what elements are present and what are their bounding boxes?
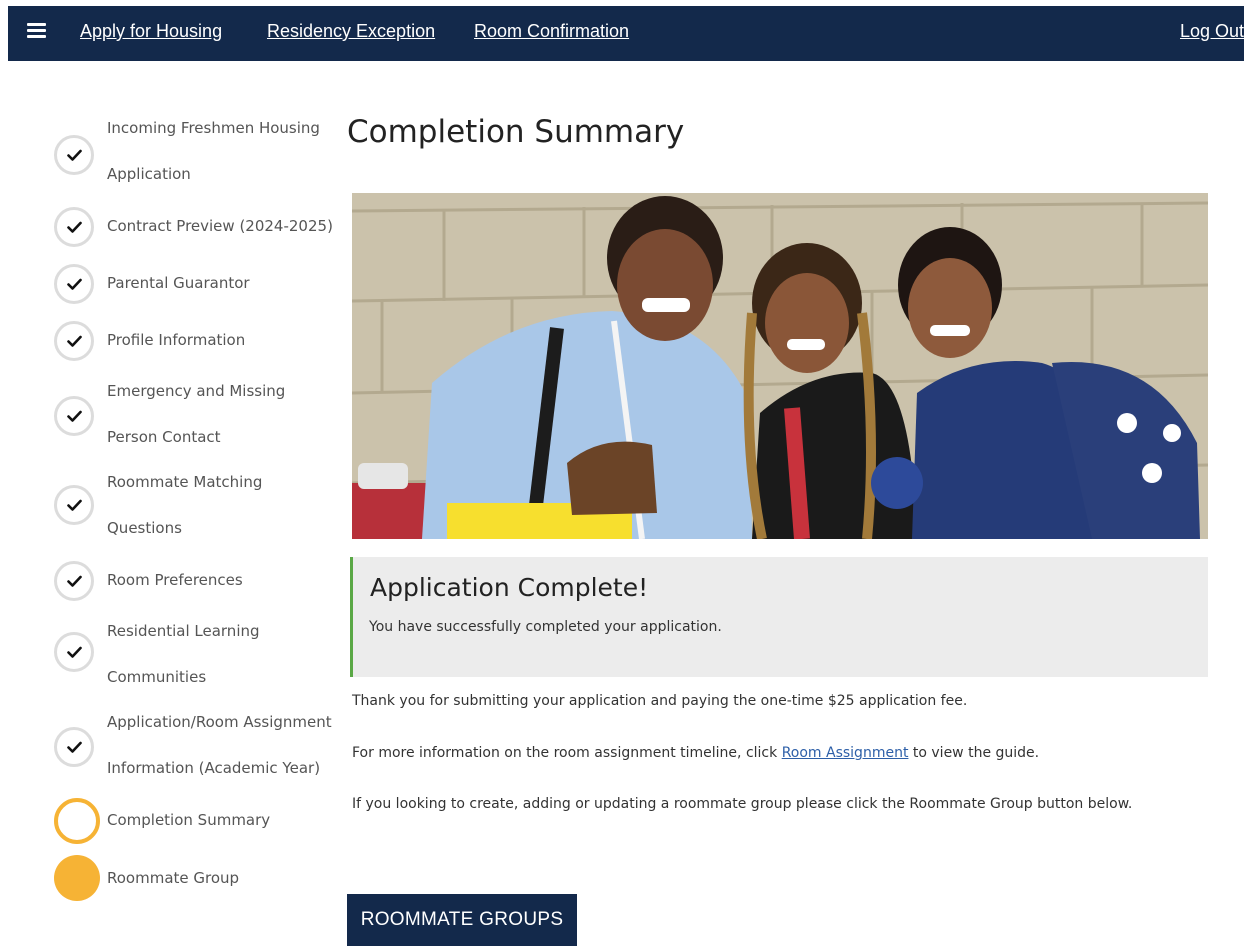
step-label: Emergency and Missing bbox=[107, 382, 286, 400]
page-title: Completion Summary bbox=[347, 114, 685, 150]
hero-photo bbox=[352, 193, 1208, 539]
step-label: Application/Room Assignment bbox=[107, 713, 332, 731]
roommate-group-info-text: If you looking to create, adding or upda… bbox=[352, 796, 1133, 812]
progress-steps: Incoming Freshmen Housing Application Co… bbox=[0, 0, 340, 946]
step-label: Roommate Group bbox=[107, 869, 240, 887]
notice-text: You have successfully completed your app… bbox=[369, 619, 722, 635]
step-label: Parental Guarantor bbox=[107, 274, 250, 292]
step-label: Profile Information bbox=[107, 331, 246, 349]
text-segment: For more information on the room assignm… bbox=[352, 745, 778, 761]
check-icon bbox=[54, 485, 94, 525]
step-label: Application bbox=[107, 165, 191, 183]
step-label: Roommate Matching bbox=[107, 473, 263, 491]
check-icon bbox=[54, 135, 94, 175]
step-emergency-and-missing-person-contact[interactable]: Emergency and Missing Person Contact bbox=[54, 368, 354, 460]
check-icon bbox=[54, 321, 94, 361]
check-icon bbox=[54, 264, 94, 304]
step-label: Questions bbox=[107, 519, 182, 537]
check-icon bbox=[54, 396, 94, 436]
nav-link-room-confirmation[interactable]: Room Confirmation bbox=[474, 21, 629, 42]
check-icon bbox=[54, 207, 94, 247]
step-label: Contract Preview (2024-2025) bbox=[107, 217, 333, 235]
students-photo-illustration bbox=[352, 193, 1208, 539]
step-profile-information[interactable]: Profile Information bbox=[54, 317, 354, 363]
step-label: Information (Academic Year) bbox=[107, 759, 321, 777]
step-room-preferences[interactable]: Room Preferences bbox=[54, 557, 354, 603]
text-segment: to view the guide. bbox=[912, 745, 1040, 761]
roommate-groups-button[interactable]: ROOMMATE GROUPS bbox=[347, 894, 577, 946]
step-completion-summary[interactable]: Completion Summary bbox=[54, 797, 354, 844]
step-label: Residential Learning bbox=[107, 622, 260, 640]
step-parental-guarantor[interactable]: Parental Guarantor bbox=[54, 260, 354, 306]
check-icon bbox=[54, 561, 94, 601]
step-roommate-group[interactable]: Roommate Group bbox=[54, 855, 354, 901]
room-assignment-link[interactable]: Room Assignment bbox=[782, 745, 909, 761]
current-step-circle-icon bbox=[54, 798, 100, 844]
upcoming-step-circle-icon bbox=[54, 855, 100, 901]
step-label: Incoming Freshmen Housing bbox=[107, 119, 320, 137]
step-application-room-assignment-information[interactable]: Application/Room Assignment Information … bbox=[54, 699, 354, 791]
step-label: Person Contact bbox=[107, 428, 221, 446]
notice-title: Application Complete! bbox=[370, 573, 649, 602]
check-icon bbox=[54, 632, 94, 672]
step-label: Room Preferences bbox=[107, 571, 243, 589]
step-roommate-matching-questions[interactable]: Roommate Matching Questions bbox=[54, 459, 354, 551]
step-label: Completion Summary bbox=[107, 811, 271, 829]
step-incoming-freshmen-housing-application[interactable]: Incoming Freshmen Housing Application bbox=[54, 105, 354, 197]
step-label: Communities bbox=[107, 668, 207, 686]
room-assignment-info-text: For more information on the room assignm… bbox=[352, 745, 1039, 761]
application-complete-notice: Application Complete! You have successfu… bbox=[350, 557, 1208, 677]
logout-link[interactable]: Log Out bbox=[1180, 21, 1244, 42]
step-residential-learning-communities[interactable]: Residential Learning Communities bbox=[54, 608, 354, 700]
step-contract-preview[interactable]: Contract Preview (2024-2025) bbox=[54, 203, 354, 249]
check-icon bbox=[54, 727, 94, 767]
fee-confirmation-text: Thank you for submitting your applicatio… bbox=[352, 693, 968, 709]
